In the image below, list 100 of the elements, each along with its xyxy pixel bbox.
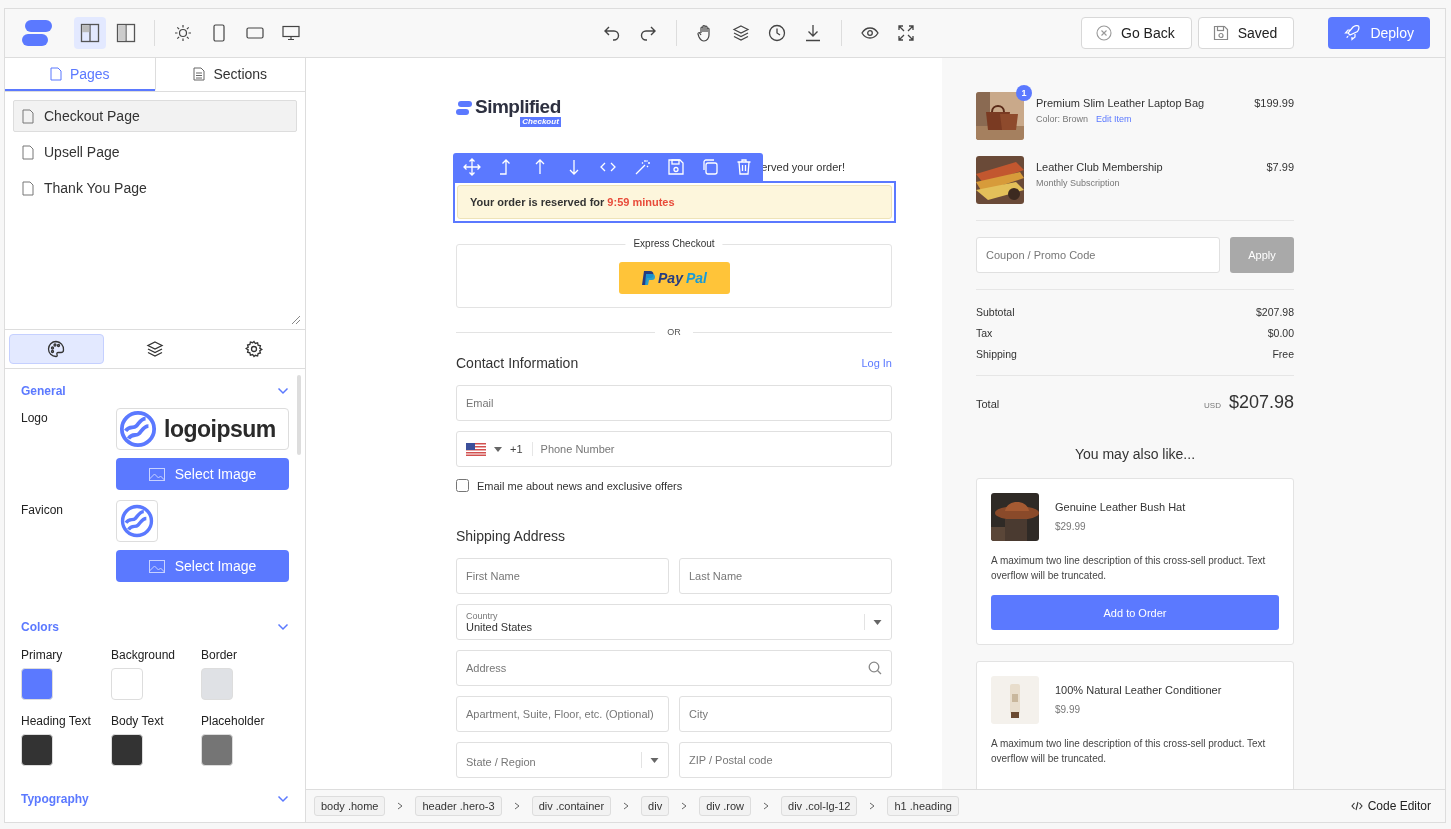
total-value: Free xyxy=(1272,348,1294,360)
address-field[interactable]: Address xyxy=(456,650,892,686)
upsell-heading: You may also like... xyxy=(1073,446,1197,462)
section-title: Colors xyxy=(21,620,59,634)
phone-code: +1 xyxy=(510,442,533,456)
close-icon xyxy=(1096,25,1112,41)
clock-icon xyxy=(768,24,786,42)
quantity-badge: 1 xyxy=(1016,85,1032,101)
item-detail: Color: Brown xyxy=(1036,114,1089,124)
total-label: Subtotal xyxy=(976,306,1015,318)
download-icon xyxy=(805,24,821,42)
layers-icon xyxy=(146,340,164,358)
grand-total-amount: $207.98 xyxy=(1228,392,1294,413)
style-tab[interactable] xyxy=(9,334,104,364)
document-icon xyxy=(49,66,62,81)
phone-number-input[interactable]: Phone Number xyxy=(540,434,882,464)
breadcrumb-item[interactable]: div .container xyxy=(531,796,612,816)
paypal-logo-icon xyxy=(641,269,656,286)
chevron-icon xyxy=(869,802,876,810)
duplicate-icon xyxy=(701,158,719,176)
brand-tag: Checkout xyxy=(520,117,561,127)
country-select[interactable]: Country United States xyxy=(456,604,892,640)
color-label: Background xyxy=(111,648,177,662)
page-item[interactable]: Checkout Page xyxy=(13,100,297,132)
color-swatch[interactable] xyxy=(201,668,233,700)
phone-icon xyxy=(212,24,226,42)
apartment-field[interactable]: Apartment, Suite, Floor, etc. (Optional) xyxy=(456,696,669,732)
search-icon xyxy=(868,661,882,675)
breadcrumb-item[interactable]: header .hero-3 xyxy=(415,796,502,816)
color-swatch[interactable] xyxy=(111,668,143,700)
expand-icon xyxy=(897,24,915,42)
first-name-field[interactable]: First Name xyxy=(456,558,669,594)
color-label: Body Text xyxy=(111,714,165,728)
deploy-button[interactable]: Deploy xyxy=(1328,17,1430,49)
color-label: Primary xyxy=(21,648,64,662)
document-icon xyxy=(22,144,34,160)
total-label: Tax xyxy=(976,327,993,339)
color-label: Border xyxy=(201,648,239,662)
product-price: $9.99 xyxy=(1055,704,1082,715)
eye-icon xyxy=(861,26,879,40)
total-value: $207.98 xyxy=(1256,306,1294,318)
paypal-button[interactable]: Pay Pal xyxy=(618,261,730,294)
color-swatch[interactable] xyxy=(111,734,143,766)
item-name: Premium Slim Leather Laptop Bag xyxy=(1036,97,1206,109)
app-logo-icon xyxy=(22,20,52,46)
magic-wand-icon xyxy=(633,158,651,176)
login-link[interactable]: Log In xyxy=(861,357,892,369)
saved-button[interactable]: Saved xyxy=(1197,17,1295,49)
breadcrumb-item[interactable]: div .row xyxy=(699,796,752,816)
panel-layout-icon xyxy=(80,23,100,43)
brand-logo-icon xyxy=(456,101,472,115)
code-icon xyxy=(1350,801,1363,811)
coupon-field[interactable]: Coupon / Promo Code xyxy=(976,237,1220,273)
scrollbar-thumb[interactable] xyxy=(297,375,301,455)
code-editor-button[interactable]: Code Editor xyxy=(1344,798,1437,814)
zip-field[interactable]: ZIP / Postal code xyxy=(679,742,892,778)
undo-icon xyxy=(603,25,621,41)
breadcrumb-item[interactable]: div .col-lg-12 xyxy=(781,796,858,816)
panel-layout-icon xyxy=(116,23,136,43)
layout-toggle[interactable] xyxy=(74,17,106,49)
item-name: Leather Club Membership xyxy=(1036,161,1164,173)
reservation-banner: Your order is reserved for 9:59 minutes xyxy=(457,185,892,219)
chevron-icon xyxy=(763,802,770,810)
state-select[interactable]: State / Region xyxy=(456,742,669,778)
palette-icon xyxy=(47,340,66,358)
resize-handle-icon[interactable] xyxy=(291,315,301,325)
divider-text: OR xyxy=(667,327,681,337)
sun-icon xyxy=(174,24,192,42)
last-name-field[interactable]: Last Name xyxy=(679,558,892,594)
checkbox-label: Email me about news and exclusive offers xyxy=(477,479,683,492)
add-to-order-button[interactable]: Add to Order xyxy=(991,595,1279,630)
address-input[interactable]: Address xyxy=(466,653,868,683)
item-price: $199.99 xyxy=(1254,96,1294,109)
caret-icon[interactable] xyxy=(494,446,502,452)
chevron-icon[interactable] xyxy=(277,387,289,395)
color-swatch[interactable] xyxy=(21,734,53,766)
phone-field[interactable]: +1 Phone Number xyxy=(456,431,892,467)
chevron-icon[interactable] xyxy=(277,623,289,631)
breadcrumb-item[interactable]: h1 .heading xyxy=(887,796,959,816)
breadcrumb-item[interactable]: div xyxy=(641,796,670,816)
wave-logo-icon xyxy=(119,410,157,448)
caret-icon xyxy=(873,619,882,625)
document-icon xyxy=(22,108,34,124)
breadcrumb-item[interactable]: body .home xyxy=(314,796,386,816)
color-swatch[interactable] xyxy=(21,668,53,700)
move-icon xyxy=(463,158,481,176)
image-icon xyxy=(148,467,165,481)
field-label: Logo xyxy=(21,411,49,427)
edit-item-link[interactable]: Edit Item xyxy=(1096,114,1132,124)
color-swatch[interactable] xyxy=(201,734,233,766)
image-icon xyxy=(148,559,165,573)
select-image-button[interactable]: Select Image xyxy=(116,458,289,490)
product-price: $29.99 xyxy=(1055,521,1087,532)
chevron-icon[interactable] xyxy=(277,795,289,803)
city-field[interactable]: City xyxy=(679,696,892,732)
monitor-icon xyxy=(282,25,300,41)
email-field[interactable]: Email xyxy=(456,385,892,421)
select-image-button[interactable]: Select Image xyxy=(116,550,289,582)
newsletter-checkbox[interactable] xyxy=(456,479,469,492)
go-back-button[interactable]: Go Back xyxy=(1081,17,1192,49)
